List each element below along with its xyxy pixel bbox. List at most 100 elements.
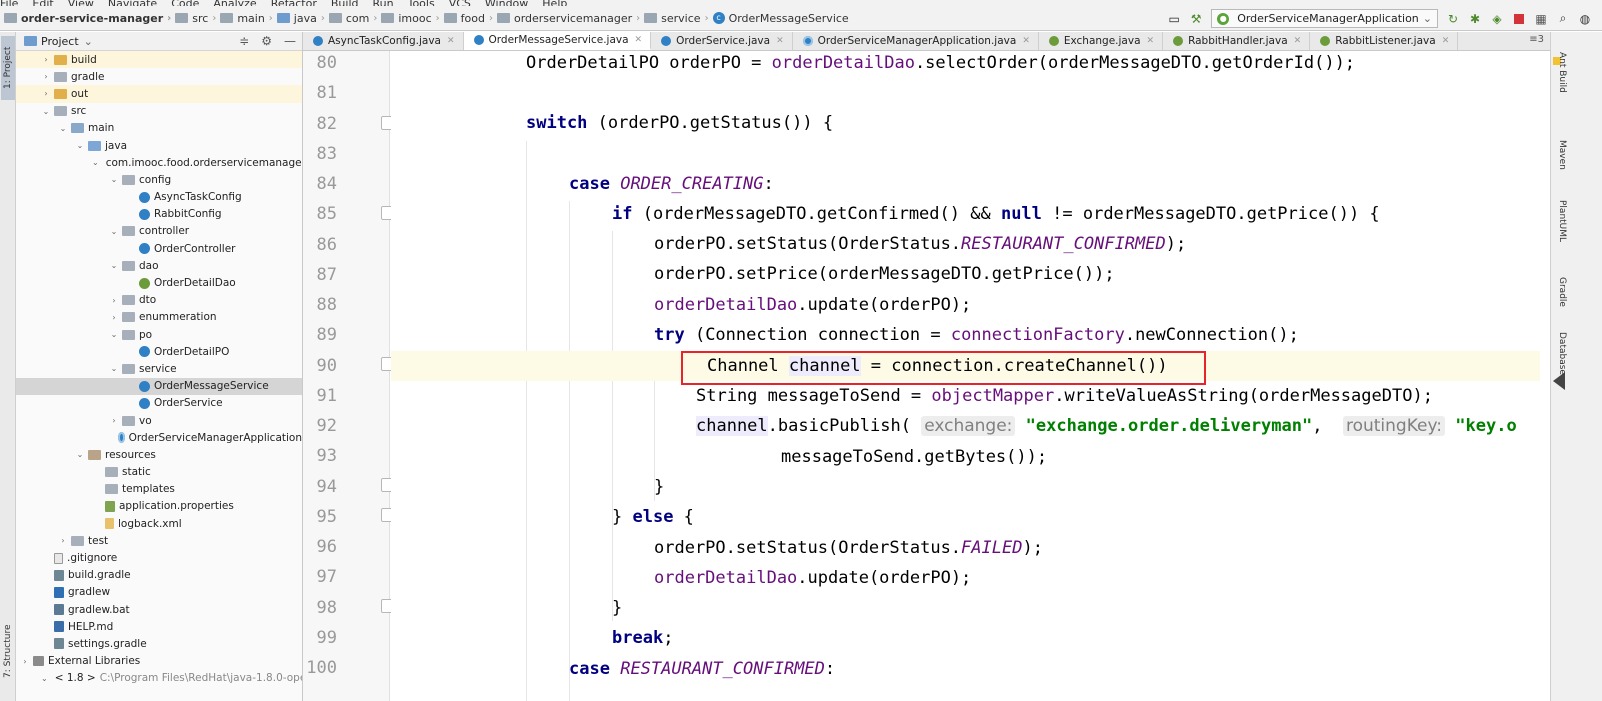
line-number[interactable]: 85 (317, 199, 337, 229)
coverage-icon[interactable]: ◈ (1490, 12, 1504, 26)
line-number[interactable]: 82 (317, 109, 337, 139)
tree-item[interactable]: ⌄ main (16, 120, 302, 137)
tree-item[interactable]: application.properties (16, 498, 302, 515)
stop-icon[interactable] (1512, 12, 1526, 26)
editor-tab[interactable]: RabbitHandler.java ✕ (1163, 32, 1311, 50)
tree-item[interactable]: build.gradle (16, 567, 302, 584)
line-number[interactable]: 90 (317, 351, 337, 381)
editor-tab[interactable]: OrderServiceManagerApplication.java ✕ (793, 32, 1039, 50)
breadcrumb-item[interactable]: src › (175, 12, 220, 25)
tree-item[interactable]: ⌄ resources (16, 446, 302, 463)
tree-expand-arrow-icon[interactable]: ⌄ (92, 158, 99, 167)
tree-item[interactable]: ⌄ service (16, 360, 302, 377)
gear-icon[interactable]: ⚙ (261, 34, 272, 48)
breadcrumb-item[interactable]: java › (276, 12, 329, 25)
chevron-down-icon[interactable]: ⌄ (84, 35, 93, 48)
tree-item[interactable]: ⌄ config (16, 171, 302, 188)
line-number[interactable]: 88 (317, 290, 337, 320)
tree-expand-arrow-icon[interactable]: ⌄ (109, 227, 119, 236)
tree-expand-arrow-icon[interactable]: ⌄ (41, 674, 48, 683)
line-number[interactable]: 91 (317, 381, 337, 411)
line-number[interactable]: 92 (317, 411, 337, 441)
close-icon[interactable]: ✕ (1294, 36, 1302, 46)
tree-item[interactable]: ⌄ java (16, 137, 302, 154)
tree-item[interactable]: static (16, 464, 302, 481)
breadcrumb-item[interactable]: food › (443, 12, 497, 25)
tree-item[interactable]: RabbitConfig (16, 206, 302, 223)
line-number[interactable]: 94 (317, 472, 337, 502)
line-number[interactable]: 99 (317, 623, 337, 653)
tree-expand-arrow-icon[interactable]: › (41, 72, 51, 81)
tree-item[interactable]: .gitignore (16, 549, 302, 566)
close-icon[interactable]: ✕ (447, 36, 455, 46)
tree-item[interactable]: ⌄ po (16, 326, 302, 343)
tree-expand-arrow-icon[interactable]: ⌄ (109, 261, 119, 270)
tree-expand-arrow-icon[interactable]: › (109, 416, 119, 425)
tree-item[interactable]: ⌄ dao (16, 257, 302, 274)
tool-window-tab-gradle[interactable]: Gradle (1553, 277, 1567, 307)
build-hammer-icon[interactable]: ⚒ (1189, 12, 1203, 26)
tool-window-tab-project[interactable]: 1: Project (1, 36, 15, 100)
tree-expand-arrow-icon[interactable]: › (20, 657, 30, 666)
tree-item[interactable]: settings.gradle (16, 635, 302, 652)
tree-item[interactable]: › vo (16, 412, 302, 429)
tree-expand-arrow-icon[interactable]: ⌄ (41, 107, 51, 116)
tree-item[interactable]: logback.xml (16, 515, 302, 532)
layout-icon[interactable]: ▭ (1167, 12, 1181, 26)
tool-window-tab-structure[interactable]: 7: Structure (1, 616, 15, 686)
editor-tab[interactable]: Exchange.java ✕ (1039, 32, 1164, 50)
editor-tab[interactable]: RabbitListener.java ✕ (1310, 32, 1459, 50)
line-number[interactable]: 98 (317, 593, 337, 623)
tree-item[interactable]: HELP.md (16, 618, 302, 635)
close-icon[interactable]: ✕ (776, 36, 784, 46)
tree-expand-arrow-icon[interactable]: › (109, 296, 119, 305)
editor-tab[interactable]: OrderMessageService.java ✕ (463, 32, 652, 50)
breadcrumb-item[interactable]: service › (644, 12, 712, 25)
tree-item[interactable]: OrderMessageService (16, 377, 302, 395)
breadcrumb-item[interactable]: imooc › (381, 12, 443, 25)
collapse-all-icon[interactable]: ≑ (239, 34, 249, 48)
tree-expand-arrow-icon[interactable]: › (58, 536, 68, 545)
tree-item[interactable]: OrderDetailDao (16, 274, 302, 291)
tree-expand-arrow-icon[interactable]: › (41, 55, 51, 64)
breadcrumb-item[interactable]: orderservicemanager › (496, 12, 644, 25)
tree-item[interactable]: › out (16, 85, 302, 103)
tree-item[interactable]: OrderService (16, 395, 302, 412)
line-number[interactable]: 80 (317, 48, 337, 78)
tree-item[interactable]: ⌄ com.imooc.food.orderservicemanager (16, 154, 302, 171)
tree-item[interactable]: › dto (16, 292, 302, 309)
breadcrumb-item[interactable]: order-service-manager › (4, 12, 175, 25)
editor-tab[interactable]: OrderService.java ✕ (651, 32, 793, 50)
tree-item[interactable]: › test (16, 532, 302, 549)
tree-item[interactable]: OrderController (16, 240, 302, 257)
close-icon[interactable]: ✕ (1442, 36, 1450, 46)
tree-item[interactable]: AsyncTaskConfig (16, 189, 302, 206)
breadcrumb-item[interactable]: c OrderMessageService (712, 12, 849, 25)
tree-item[interactable]: OrderServiceManagerApplication (16, 429, 302, 446)
avatar-icon[interactable]: ◍ (1578, 12, 1592, 26)
debug-bug-icon[interactable]: ✱ (1468, 12, 1482, 26)
tool-window-tab-plantuml[interactable]: PlantUML (1553, 200, 1567, 242)
tree-expand-arrow-icon[interactable]: ⌄ (109, 330, 119, 339)
tabs-overflow-button[interactable]: ≡3 (1529, 34, 1544, 45)
tree-item[interactable]: ⌄ controller (16, 223, 302, 240)
tree-item[interactable]: ⌄ src (16, 103, 302, 120)
line-number[interactable]: 89 (317, 320, 337, 350)
rerun-icon[interactable]: ↻ (1446, 12, 1460, 26)
project-structure-icon[interactable]: ▦ (1534, 12, 1548, 26)
tree-expand-arrow-icon[interactable]: ⌄ (58, 124, 68, 133)
tree-expand-arrow-icon[interactable]: ⌄ (109, 364, 119, 373)
line-number[interactable]: 83 (317, 139, 337, 169)
line-number[interactable]: 97 (317, 562, 337, 592)
close-icon[interactable]: ✕ (1022, 36, 1030, 46)
tool-window-tab-ant-build[interactable]: Ant Build (1553, 52, 1567, 93)
line-number[interactable]: 84 (317, 169, 337, 199)
tree-item[interactable]: › build (16, 51, 302, 69)
line-number[interactable]: 86 (317, 230, 337, 260)
close-icon[interactable]: ✕ (635, 35, 643, 45)
tree-item[interactable]: › External Libraries (16, 653, 302, 670)
line-number[interactable]: 81 (317, 78, 337, 108)
line-number[interactable]: 87 (317, 260, 337, 290)
minimize-icon[interactable]: — (284, 34, 296, 48)
tool-window-tab-database[interactable]: Database (1553, 332, 1567, 375)
